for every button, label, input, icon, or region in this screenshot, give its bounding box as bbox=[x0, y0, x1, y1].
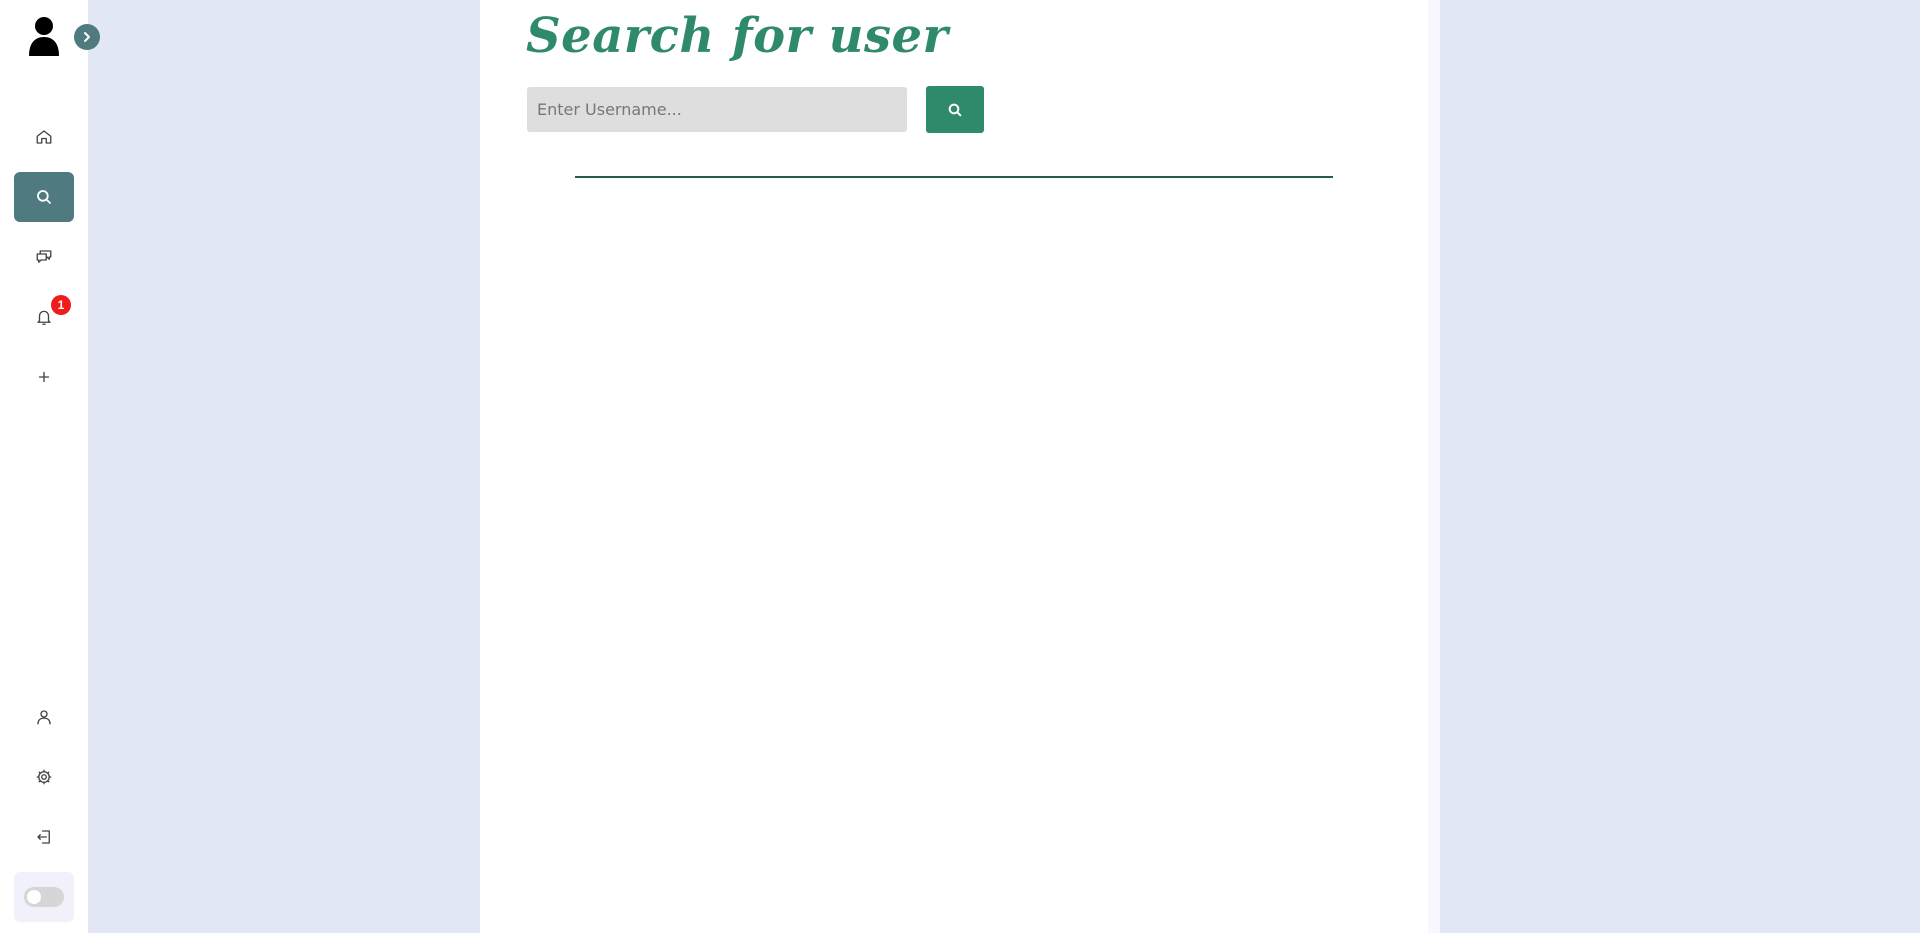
nav-create[interactable] bbox=[14, 352, 74, 402]
search-button[interactable] bbox=[926, 86, 984, 133]
nav-settings[interactable] bbox=[14, 752, 74, 802]
notification-badge: 1 bbox=[51, 295, 71, 315]
chat-icon bbox=[36, 250, 52, 263]
nav-search[interactable] bbox=[14, 172, 74, 222]
nav-notifications[interactable]: 1 bbox=[14, 292, 74, 342]
page-title: Search for user bbox=[526, 8, 949, 64]
main-panel-edge bbox=[1428, 0, 1440, 933]
bell-icon bbox=[37, 310, 51, 325]
chevron-right-icon bbox=[84, 32, 90, 42]
main-panel bbox=[480, 0, 1428, 933]
search-icon bbox=[37, 190, 51, 204]
nav-messages[interactable] bbox=[14, 232, 74, 282]
nav-profile[interactable] bbox=[14, 692, 74, 742]
expand-sidebar-button[interactable] bbox=[74, 24, 100, 50]
gear-icon bbox=[36, 769, 52, 785]
nav-home[interactable] bbox=[14, 112, 74, 162]
theme-toggle-container bbox=[14, 872, 74, 922]
user-icon bbox=[37, 710, 51, 725]
username-search-input[interactable] bbox=[527, 87, 907, 132]
search-icon bbox=[948, 103, 962, 116]
theme-toggle[interactable] bbox=[24, 887, 64, 907]
toggle-knob bbox=[27, 890, 41, 904]
home-icon bbox=[36, 130, 52, 144]
logout-icon bbox=[37, 830, 50, 844]
user-silhouette-icon[interactable] bbox=[28, 16, 60, 56]
results-divider bbox=[575, 176, 1333, 178]
nav-logout[interactable] bbox=[14, 812, 74, 862]
sidebar: 1 bbox=[0, 0, 100, 933]
plus-icon bbox=[38, 371, 50, 383]
